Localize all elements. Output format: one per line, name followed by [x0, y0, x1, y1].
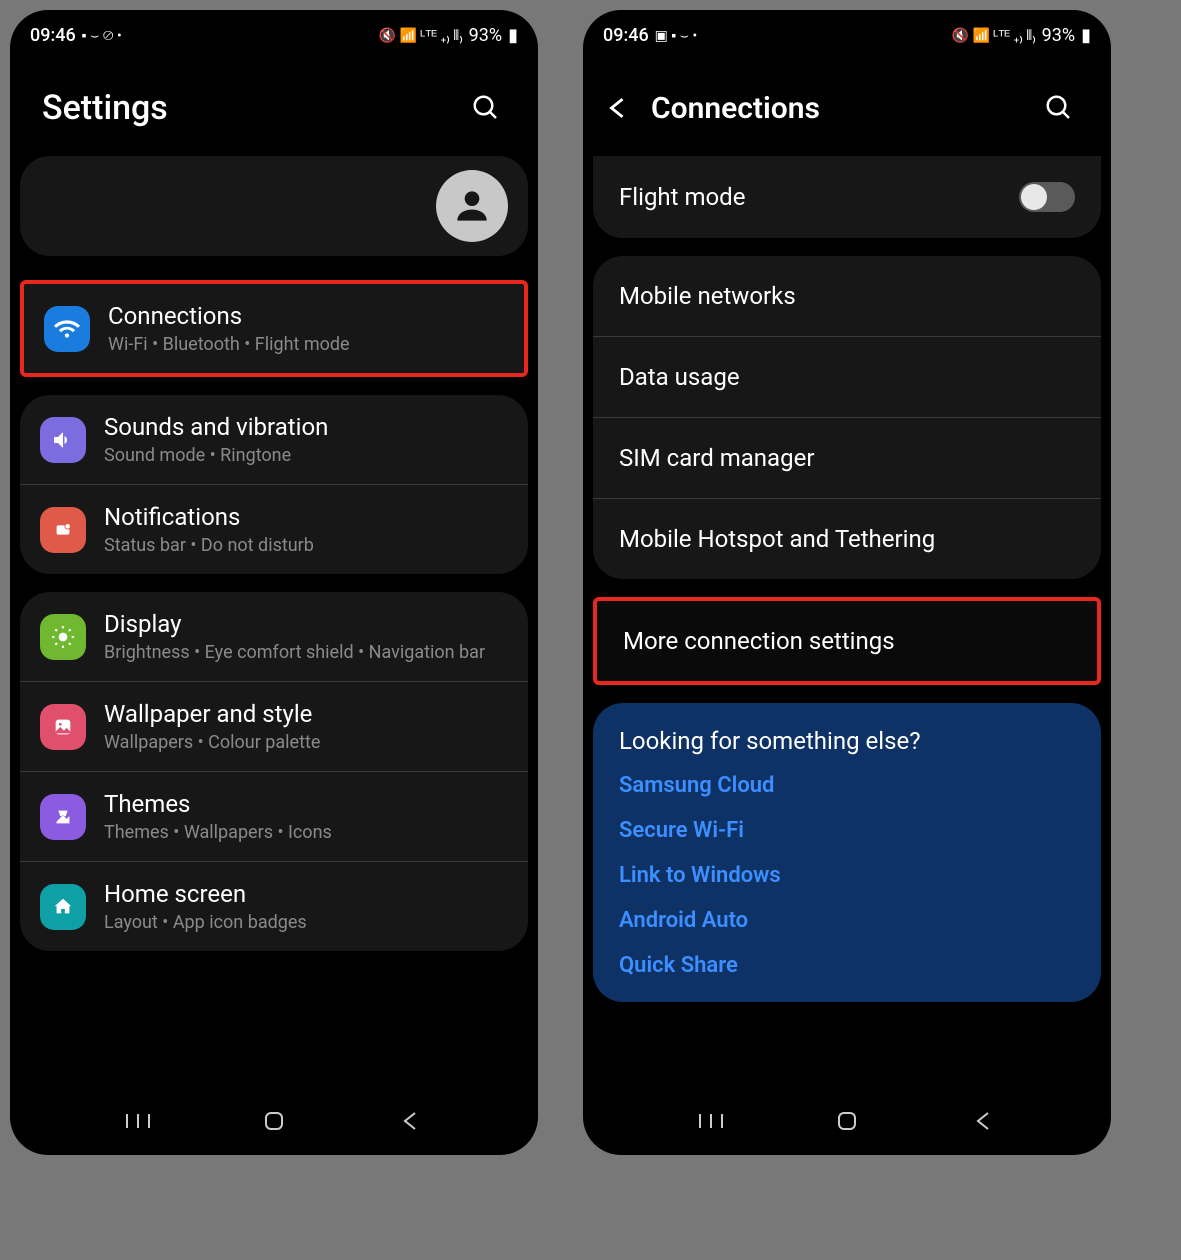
navigation-bar	[10, 1087, 538, 1155]
battery-icon: ▮	[1081, 25, 1091, 46]
home-icon	[40, 884, 86, 930]
row-subtitle: Layout • App icon badges	[104, 912, 508, 933]
row-subtitle: Brightness • Eye comfort shield • Naviga…	[104, 642, 508, 663]
themes-icon	[40, 794, 86, 840]
link-samsung-cloud[interactable]: Samsung Cloud	[619, 773, 1075, 798]
status-notification-icons: ▪ ⌣ ⊘ •	[82, 27, 122, 44]
status-time: 09:46	[603, 25, 649, 46]
row-subtitle: Wallpapers • Colour palette	[104, 732, 508, 753]
avatar	[436, 170, 508, 242]
settings-item-connections[interactable]: Connections Wi-Fi • Bluetooth • Flight m…	[20, 280, 528, 377]
battery-icon: ▮	[508, 25, 518, 46]
settings-item-themes[interactable]: Themes Themes • Wallpapers • Icons	[20, 772, 528, 862]
status-notification-icons: ▣ ▪ ⌣ •	[655, 27, 698, 44]
home-button[interactable]	[827, 1101, 867, 1141]
row-title: Display	[104, 610, 508, 638]
row-title: Mobile Hotspot and Tethering	[619, 525, 935, 553]
flight-mode-toggle[interactable]	[1019, 182, 1075, 212]
page-title: Settings	[42, 88, 168, 128]
notification-icon	[40, 507, 86, 553]
looking-for-card: Looking for something else? Samsung Clou…	[593, 703, 1101, 1002]
link-link-to-windows[interactable]: Link to Windows	[619, 863, 1075, 888]
status-system-icons: 🔇 📶 ᴸᵀᴱ ₊₎ ⦀₎	[952, 27, 1036, 44]
search-button[interactable]	[1039, 88, 1079, 128]
row-title: Flight mode	[619, 183, 1001, 211]
row-title: Themes	[104, 790, 508, 818]
status-battery: 93%	[469, 25, 502, 46]
content: Flight mode Mobile networks Data usage S…	[583, 156, 1111, 1087]
link-quick-share[interactable]: Quick Share	[619, 953, 1075, 978]
profile-card[interactable]	[20, 156, 528, 256]
page-title: Connections	[651, 91, 820, 126]
connections-item-hotspot[interactable]: Mobile Hotspot and Tethering	[593, 499, 1101, 579]
link-secure-wifi[interactable]: Secure Wi-Fi	[619, 818, 1075, 843]
status-battery: 93%	[1042, 25, 1075, 46]
navigation-bar	[583, 1087, 1111, 1155]
connections-group-network: Mobile networks Data usage SIM card mana…	[593, 256, 1101, 579]
link-android-auto[interactable]: Android Auto	[619, 908, 1075, 933]
connections-item-more-settings[interactable]: More connection settings	[593, 597, 1101, 685]
row-title: Mobile networks	[619, 282, 796, 310]
phone-right: 09:46 ▣ ▪ ⌣ • 🔇 📶 ᴸᵀᴱ ₊₎ ⦀₎ 93% ▮ Connec…	[583, 10, 1111, 1155]
wifi-icon	[44, 306, 90, 352]
home-button[interactable]	[254, 1101, 294, 1141]
row-title: More connection settings	[623, 627, 895, 655]
connections-item-mobile-networks[interactable]: Mobile networks	[593, 256, 1101, 337]
row-subtitle: Wi-Fi • Bluetooth • Flight mode	[108, 334, 504, 355]
settings-item-display[interactable]: Display Brightness • Eye comfort shield …	[20, 592, 528, 682]
settings-item-sounds[interactable]: Sounds and vibration Sound mode • Ringto…	[20, 395, 528, 485]
flight-mode-section: Flight mode	[593, 156, 1101, 238]
settings-group-display: Display Brightness • Eye comfort shield …	[20, 592, 528, 951]
settings-item-wallpaper[interactable]: Wallpaper and style Wallpapers • Colour …	[20, 682, 528, 772]
back-button[interactable]	[390, 1101, 430, 1141]
row-title: Home screen	[104, 880, 508, 908]
status-bar: 09:46 ▣ ▪ ⌣ • 🔇 📶 ᴸᵀᴱ ₊₎ ⦀₎ 93% ▮	[583, 10, 1111, 60]
connections-item-flight-mode[interactable]: Flight mode	[593, 156, 1101, 238]
status-time: 09:46	[30, 25, 76, 46]
settings-item-notifications[interactable]: Notifications Status bar • Do not distur…	[20, 485, 528, 574]
display-icon	[40, 614, 86, 660]
row-title: Connections	[108, 302, 504, 330]
row-title: Wallpaper and style	[104, 700, 508, 728]
back-button[interactable]	[963, 1101, 1003, 1141]
back-button[interactable]	[603, 94, 631, 122]
recents-button[interactable]	[118, 1101, 158, 1141]
settings-group-sounds: Sounds and vibration Sound mode • Ringto…	[20, 395, 528, 574]
row-title: SIM card manager	[619, 444, 814, 472]
row-title: Sounds and vibration	[104, 413, 508, 441]
looking-for-title: Looking for something else?	[619, 727, 1075, 755]
sound-icon	[40, 417, 86, 463]
row-title: Notifications	[104, 503, 508, 531]
settings-item-homescreen[interactable]: Home screen Layout • App icon badges	[20, 862, 528, 951]
row-title: Data usage	[619, 363, 740, 391]
search-button[interactable]	[466, 88, 506, 128]
row-subtitle: Sound mode • Ringtone	[104, 445, 508, 466]
content: Connections Wi-Fi • Bluetooth • Flight m…	[10, 156, 538, 1087]
connections-item-data-usage[interactable]: Data usage	[593, 337, 1101, 418]
row-subtitle: Status bar • Do not disturb	[104, 535, 508, 556]
toggle-knob	[1021, 184, 1047, 210]
connections-item-sim-manager[interactable]: SIM card manager	[593, 418, 1101, 499]
phone-left: 09:46 ▪ ⌣ ⊘ • 🔇 📶 ᴸᵀᴱ ₊₎ ⦀₎ 93% ▮ Settin…	[10, 10, 538, 1155]
status-system-icons: 🔇 📶 ᴸᵀᴱ ₊₎ ⦀₎	[379, 27, 463, 44]
row-subtitle: Themes • Wallpapers • Icons	[104, 822, 508, 843]
header: Connections	[583, 60, 1111, 156]
recents-button[interactable]	[691, 1101, 731, 1141]
header: Settings	[10, 60, 538, 156]
wallpaper-icon	[40, 704, 86, 750]
status-bar: 09:46 ▪ ⌣ ⊘ • 🔇 📶 ᴸᵀᴱ ₊₎ ⦀₎ 93% ▮	[10, 10, 538, 60]
